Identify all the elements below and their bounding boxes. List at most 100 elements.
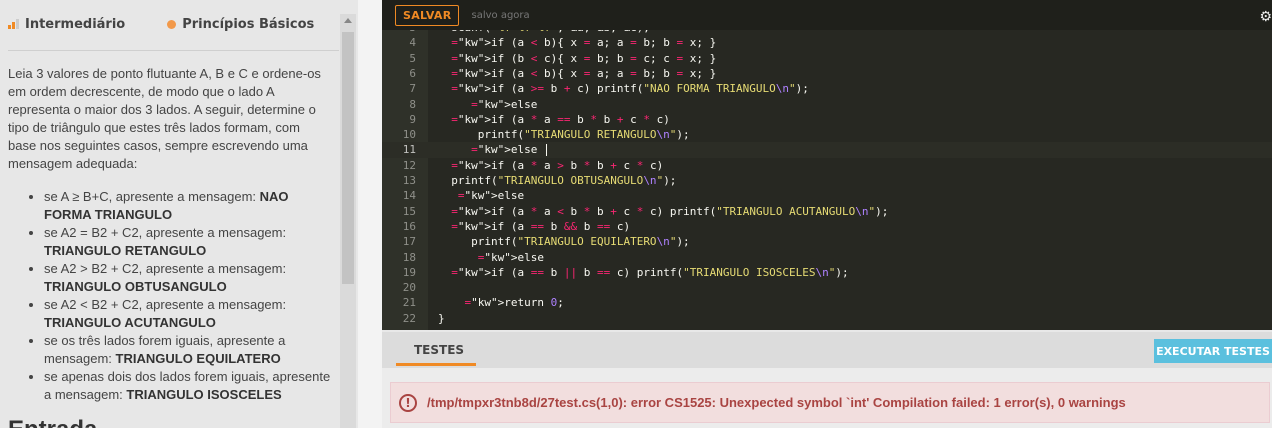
code-line[interactable]: 12 ="kw">if (a * a > b * b + c * c) xyxy=(382,158,1272,173)
code-text: ="kw">if (a == b || b == c) printf("TRIA… xyxy=(451,265,849,279)
case-item: se A ≥ B+C, apresente a mensagem: NAO FO… xyxy=(44,188,339,224)
gear-icon[interactable]: ⚙ xyxy=(1259,9,1272,23)
code-text: ="kw">if (b < c){ x = b; b = c; c = x; } xyxy=(451,51,717,65)
tab-tests[interactable]: TESTES xyxy=(396,332,476,368)
code-text: ="kw">if (a * a > b * b + c * c) xyxy=(451,158,664,172)
code-text: ="kw">if (a * a < b * b + c * c) printf(… xyxy=(451,204,889,218)
case-text: se A2 < B2 + C2, apresente a mensagem: xyxy=(44,297,287,312)
code-line[interactable]: 22} xyxy=(382,311,1272,326)
panel-gap xyxy=(358,0,382,428)
tests-toolbar: TESTES EXECUTAR TESTES xyxy=(382,332,1272,368)
code-line[interactable]: 10 printf("TRIANGULO RETANGULO\n"); xyxy=(382,127,1272,142)
line-number: 20 xyxy=(402,281,416,295)
line-number: 9 xyxy=(409,112,416,126)
line-number: 13 xyxy=(402,174,416,187)
code-text: printf("TRIANGULO OBTUSANGULO\n"); xyxy=(438,174,677,187)
line-number: 18 xyxy=(402,250,416,264)
code-text: ="kw">return 0; xyxy=(464,296,564,310)
case-text: se A ≥ B+C, apresente a mensagem: xyxy=(44,189,260,204)
topic-dot-icon xyxy=(167,19,177,29)
code-line[interactable]: 4 ="kw">if (a < b){ x = a; a = b; b = x;… xyxy=(382,35,1272,50)
case-message: TRIANGULO ACUTANGULO xyxy=(44,315,216,330)
line-number: 22 xyxy=(402,311,416,325)
code-line[interactable]: 19 ="kw">if (a == b || b == c) printf("T… xyxy=(382,265,1272,280)
level-label: Intermediário xyxy=(25,16,126,32)
code-line[interactable]: 7 ="kw">if (a >= b + c) printf("NAO FORM… xyxy=(382,81,1272,96)
case-message: TRIANGULO ISOSCELES xyxy=(126,387,282,402)
code-text: ="kw">else xyxy=(471,97,538,111)
text-cursor xyxy=(545,144,547,157)
code-text: ="kw">else xyxy=(477,250,544,264)
tab-tests-label: TESTES xyxy=(414,343,465,357)
topic-label: Princípios Básicos xyxy=(182,16,315,32)
divider xyxy=(8,50,339,51)
error-message: /tmp/tmpxr3tnb8d/27test.cs(1,0): error C… xyxy=(427,395,1126,410)
section-heading-entrada: Entrada xyxy=(8,416,97,428)
run-tests-button[interactable]: EXECUTAR TESTES xyxy=(1154,339,1272,363)
level-tag: Intermediário xyxy=(8,17,125,32)
line-number: 15 xyxy=(402,204,416,218)
code-text: ="kw">if (a * a == b * b + c * c) xyxy=(451,112,670,126)
code-line[interactable]: 5 ="kw">if (b < c){ x = b; b = c; c = x;… xyxy=(382,51,1272,66)
line-number: 14 xyxy=(402,189,416,203)
code-line[interactable]: 17 printf("TRIANGULO EQUILATERO\n"); xyxy=(382,234,1272,249)
line-number: 16 xyxy=(402,219,416,233)
line-number: 5 xyxy=(409,51,416,65)
case-item: se os três lados forem iguais, apresente… xyxy=(44,332,339,368)
code-text: } xyxy=(438,311,445,325)
line-number: 17 xyxy=(402,235,416,249)
case-message: TRIANGULO OBTUSANGULO xyxy=(44,279,227,294)
problem-description: Leia 3 valores de ponto flutuante A, B e… xyxy=(8,66,321,171)
case-text: se A2 = B2 + C2, apresente a mensagem: xyxy=(44,225,287,240)
line-number: 12 xyxy=(402,158,416,172)
code-line[interactable]: 16 ="kw">if (a == b && b == c) xyxy=(382,219,1272,234)
compile-error-alert: ! /tmp/tmpxr3tnb8d/27test.cs(1,0): error… xyxy=(390,382,1270,423)
case-list: se A ≥ B+C, apresente a mensagem: NAO FO… xyxy=(8,188,339,404)
code-line[interactable]: 8 ="kw">else xyxy=(382,97,1272,112)
line-number: 7 xyxy=(409,82,416,96)
code-text: ="kw">else xyxy=(438,142,547,157)
app-root: Intermediário Princípios Básicos Leia 3 … xyxy=(0,0,1272,428)
code-text: ="kw">if (a < b){ x = a; a = b; b = x; } xyxy=(451,36,717,50)
code-area[interactable]: 3 scanf("%f %f %f", &a, &b, &c);4 ="kw">… xyxy=(382,30,1272,330)
code-line[interactable]: 20 xyxy=(382,280,1272,295)
save-status: salvo agora xyxy=(471,9,530,21)
case-item: se A2 < B2 + C2, apresente a mensagem: T… xyxy=(44,296,339,332)
save-button[interactable]: SALVAR xyxy=(395,4,460,26)
case-item: se A2 = B2 + C2, apresente a mensagem: T… xyxy=(44,224,339,260)
code-line[interactable]: 9 ="kw">if (a * a == b * b + c * c) xyxy=(382,112,1272,127)
problem-panel: Intermediário Princípios Básicos Leia 3 … xyxy=(0,0,358,428)
code-text: ="kw">if (a == b && b == c) xyxy=(451,219,631,233)
code-line[interactable]: 11 ="kw">else xyxy=(382,142,1272,158)
problem-content: Intermediário Princípios Básicos Leia 3 … xyxy=(8,14,339,404)
code-line[interactable]: 13 printf("TRIANGULO OBTUSANGULO\n"); xyxy=(382,173,1272,188)
case-item: se apenas dois dos lados forem iguais, a… xyxy=(44,368,339,404)
topic-tag[interactable]: Princípios Básicos xyxy=(167,17,314,32)
line-number: 11 xyxy=(402,143,416,157)
code-line[interactable]: 18 ="kw">else xyxy=(382,250,1272,265)
line-number: 4 xyxy=(409,36,416,50)
case-item: se A2 > B2 + C2, apresente a mensagem: T… xyxy=(44,260,339,296)
code-text: ="kw">if (a >= b + c) printf("NAO FORMA … xyxy=(451,82,809,96)
line-number: 8 xyxy=(409,97,416,111)
problem-tags: Intermediário Princípios Básicos xyxy=(8,14,339,34)
problem-scrollbar[interactable] xyxy=(340,14,356,428)
level-bars-icon xyxy=(8,19,20,29)
code-line[interactable]: 6 ="kw">if (a < b){ x = a; a = b; b = x;… xyxy=(382,66,1272,81)
code-line[interactable]: 15 ="kw">if (a * a < b * b + c * c) prin… xyxy=(382,204,1272,219)
line-number: 19 xyxy=(402,265,416,279)
case-message: TRIANGULO RETANGULO xyxy=(44,243,207,258)
line-number: 10 xyxy=(402,128,416,142)
code-line[interactable]: 14 ="kw">else xyxy=(382,188,1272,203)
tab-active-indicator xyxy=(396,363,476,366)
code-text: printf("TRIANGULO RETANGULO\n"); xyxy=(438,128,690,142)
code-editor: SALVAR salvo agora ⚙ 3 scanf("%f %f %f",… xyxy=(382,0,1272,330)
error-circle-icon: ! xyxy=(399,393,417,412)
code-text: printf("TRIANGULO EQUILATERO\n"); xyxy=(438,235,690,249)
code-line[interactable]: 21 ="kw">return 0; xyxy=(382,295,1272,310)
line-number: 6 xyxy=(409,66,416,80)
line-number: 21 xyxy=(402,296,416,310)
scroll-up-arrow-icon[interactable] xyxy=(344,18,352,23)
code-text: ="kw">if (a < b){ x = a; a = b; b = x; } xyxy=(451,66,717,80)
scrollbar-thumb[interactable] xyxy=(342,32,354,284)
